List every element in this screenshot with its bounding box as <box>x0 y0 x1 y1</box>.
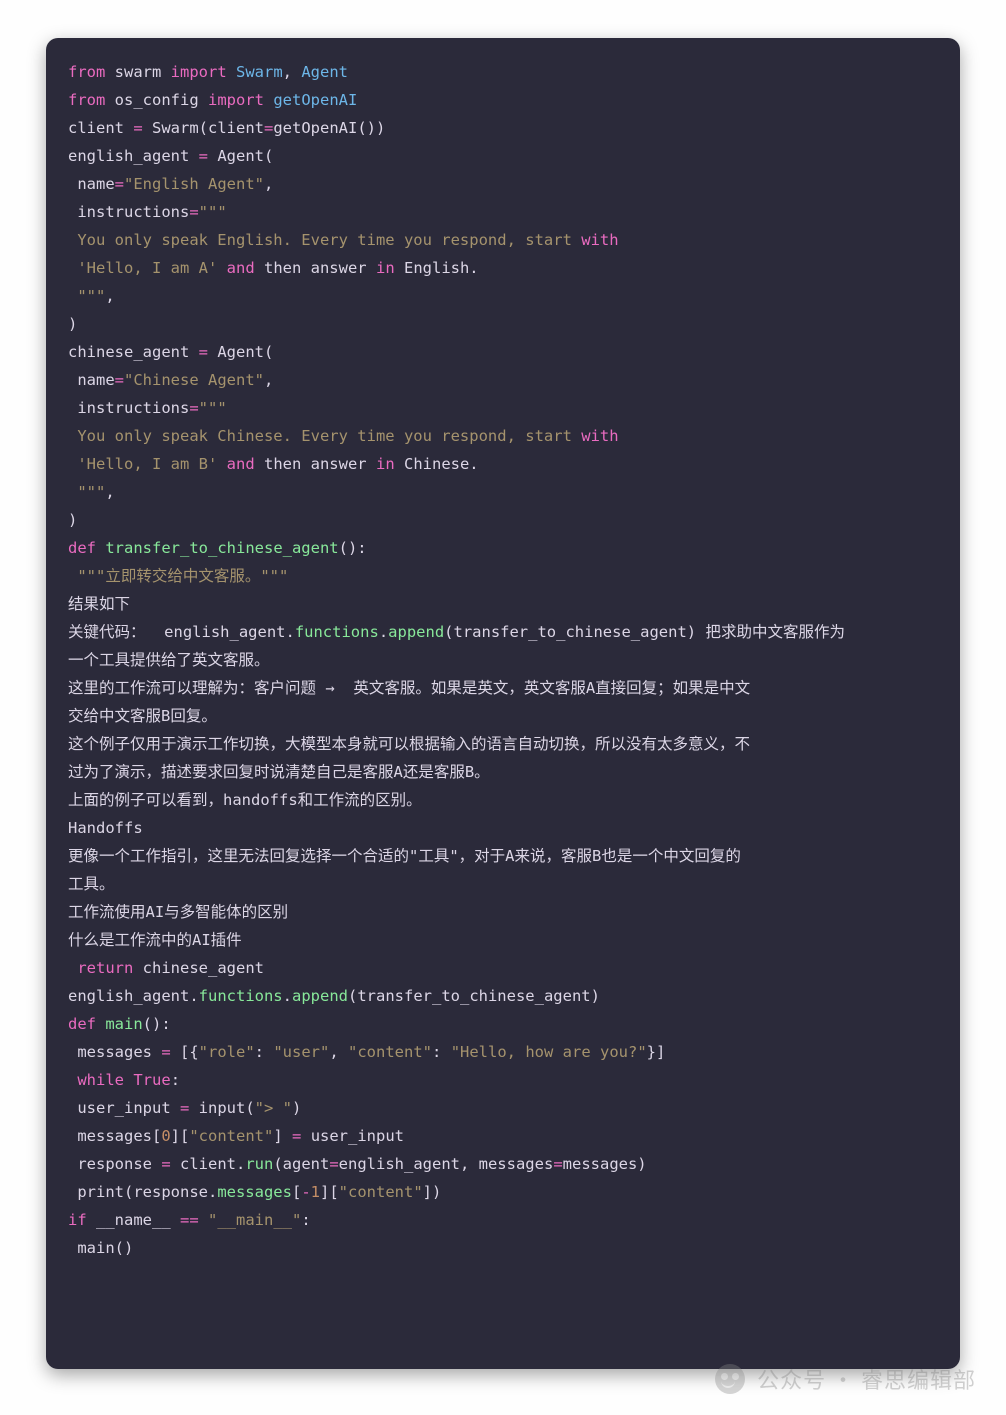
code-line: 更像一个工作指引，这里无法回复选择一个合适的"工具"，对于A来说，客服B也是一个… <box>68 842 942 870</box>
code-line: You only speak English. Every time you r… <box>68 226 942 254</box>
code-line: english_agent = Agent( <box>68 142 942 170</box>
code-line: instructions=""" <box>68 198 942 226</box>
code-line: You only speak Chinese. Every time you r… <box>68 422 942 450</box>
code-line: def main(): <box>68 1010 942 1038</box>
watermark: 公众号 · 睿思编辑部 <box>715 1363 976 1395</box>
code-line: 'Hello, I am A' and then answer in Engli… <box>68 254 942 282</box>
watermark-name: 睿思编辑部 <box>861 1363 976 1395</box>
code-line: def transfer_to_chinese_agent(): <box>68 534 942 562</box>
code-line: 工具。 <box>68 870 942 898</box>
code-line: Handoffs <box>68 814 942 842</box>
code-line: client = Swarm(client=getOpenAI()) <box>68 114 942 142</box>
code-line: chinese_agent = Agent( <box>68 338 942 366</box>
code-line: 一个工具提供给了英文客服。 <box>68 646 942 674</box>
code-line: 工作流使用AI与多智能体的区别 <box>68 898 942 926</box>
code-line: if __name__ == "__main__": <box>68 1206 942 1234</box>
code-line: 'Hello, I am B' and then answer in Chine… <box>68 450 942 478</box>
code-line: main() <box>68 1234 942 1262</box>
code-line: ) <box>68 310 942 338</box>
code-line: while True: <box>68 1066 942 1094</box>
code-card: from swarm import Swarm, Agentfrom os_co… <box>46 38 960 1369</box>
code-line: 交给中文客服B回复。 <box>68 702 942 730</box>
code-line: name="Chinese Agent", <box>68 366 942 394</box>
code-block: from swarm import Swarm, Agentfrom os_co… <box>68 58 942 1262</box>
code-line: """立即转交给中文客服。""" <box>68 562 942 590</box>
code-line: print(response.messages[-1]["content"]) <box>68 1178 942 1206</box>
code-line: response = client.run(agent=english_agen… <box>68 1150 942 1178</box>
code-line: 这里的工作流可以理解为：客户问题 → 英文客服。如果是英文，英文客服A直接回复；… <box>68 674 942 702</box>
code-line: 过为了演示，描述要求回复时说清楚自己是客服A还是客服B。 <box>68 758 942 786</box>
code-line: messages[0]["content"] = user_input <box>68 1122 942 1150</box>
code-line: name="English Agent", <box>68 170 942 198</box>
code-line: """, <box>68 282 942 310</box>
code-line: from os_config import getOpenAI <box>68 86 942 114</box>
code-line: 什么是工作流中的AI插件 <box>68 926 942 954</box>
page: from swarm import Swarm, Agentfrom os_co… <box>0 0 1006 1415</box>
code-line: 结果如下 <box>68 590 942 618</box>
code-line: 关键代码： english_agent.functions.append(tra… <box>68 618 942 646</box>
code-line: instructions=""" <box>68 394 942 422</box>
code-line: from swarm import Swarm, Agent <box>68 58 942 86</box>
code-line: """, <box>68 478 942 506</box>
watermark-text: 公众号 · 睿思编辑部 <box>757 1363 976 1395</box>
code-line: 这个例子仅用于演示工作切换，大模型本身就可以根据输入的语言自动切换，所以没有太多… <box>68 730 942 758</box>
wechat-icon <box>715 1364 745 1394</box>
watermark-label: 公众号 <box>757 1363 826 1395</box>
code-line: ) <box>68 506 942 534</box>
code-line: english_agent.functions.append(transfer_… <box>68 982 942 1010</box>
code-line: 上面的例子可以看到，handoffs和工作流的区别。 <box>68 786 942 814</box>
watermark-sep: · <box>832 1363 855 1395</box>
code-line: user_input = input("> ") <box>68 1094 942 1122</box>
code-line: messages = [{"role": "user", "content": … <box>68 1038 942 1066</box>
code-line: return chinese_agent <box>68 954 942 982</box>
